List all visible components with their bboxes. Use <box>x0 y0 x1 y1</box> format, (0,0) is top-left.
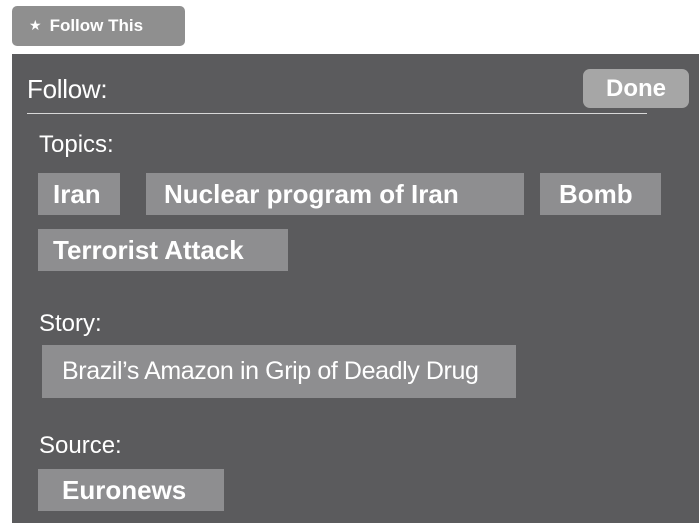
topics-label: Topics: <box>39 131 114 158</box>
topic-tag-terrorist-attack[interactable]: Terrorist Attack <box>38 229 288 271</box>
divider <box>27 113 647 114</box>
panel-title: Follow: <box>27 74 108 104</box>
done-button[interactable]: Done <box>583 69 689 108</box>
story-tag[interactable]: Brazil’s Amazon in Grip of Deadly Drug <box>42 345 516 398</box>
source-label: Source: <box>39 432 122 459</box>
star-icon: ★ <box>29 17 42 33</box>
topic-tag-nuclear-program-of-iran[interactable]: Nuclear program of Iran <box>146 173 524 215</box>
source-tag-euronews[interactable]: Euronews <box>38 469 224 511</box>
topic-tag-bomb[interactable]: Bomb <box>540 173 661 215</box>
follow-panel: Follow: Done Topics: Iran Nuclear progra… <box>12 54 699 523</box>
follow-this-button[interactable]: ★ Follow This <box>12 6 185 46</box>
follow-this-label: Follow This <box>49 16 144 35</box>
story-label: Story: <box>39 310 102 337</box>
topic-tag-iran[interactable]: Iran <box>38 173 120 215</box>
